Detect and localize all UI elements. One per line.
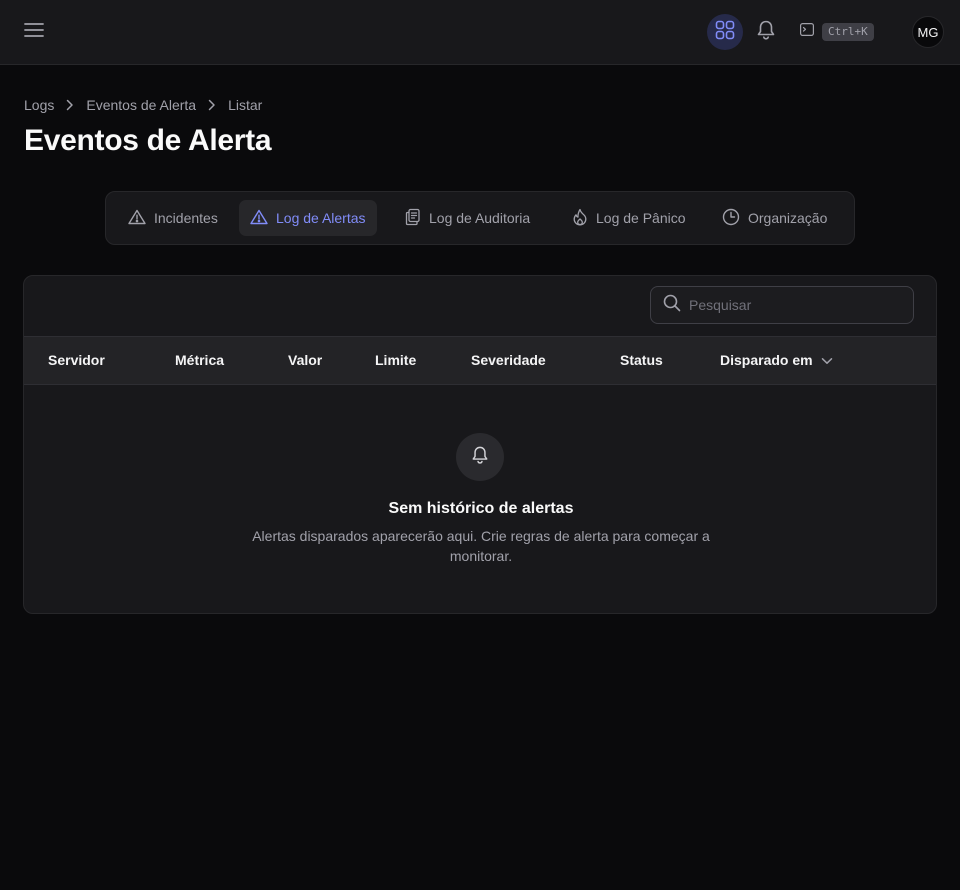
tab-panic-log[interactable]: Log de Pânico [561,200,697,236]
column-header-value[interactable]: Valor [288,352,322,368]
tab-label: Organização [748,210,828,226]
column-header-triggered-at[interactable]: Disparado em [720,352,833,368]
search-icon [663,294,681,317]
column-header-server[interactable]: Servidor [48,352,105,368]
terminal-icon [800,23,815,41]
empty-state-title: Sem histórico de alertas [388,500,574,517]
apps-grid-icon [715,20,735,45]
chevron-right-icon [66,99,74,111]
search-input[interactable] [689,297,889,313]
breadcrumb-list[interactable]: Listar [228,97,262,113]
alerts-table-card: Servidor Métrica Valor Limite Severidade… [23,275,937,614]
column-header-severity[interactable]: Severidade [471,352,546,368]
search-box[interactable] [650,286,914,324]
shortcut-kbd: Ctrl+K [822,23,874,41]
command-palette-button[interactable]: Ctrl+K [800,20,874,44]
menu-button[interactable] [18,18,50,46]
column-header-threshold[interactable]: Limite [375,352,416,368]
breadcrumb-alert-events[interactable]: Eventos de Alerta [86,97,196,113]
column-header-metric[interactable]: Métrica [175,352,224,368]
avatar[interactable]: MG [912,16,944,48]
bell-icon [471,445,489,470]
tab-bar: Incidentes Log de Alertas Log de Auditor… [105,191,855,245]
clock-icon [722,208,740,229]
breadcrumb: Logs Eventos de Alerta Listar [24,97,262,113]
clipboard-icon [405,208,421,229]
hamburger-icon [24,22,44,43]
tab-label: Incidentes [154,210,218,226]
breadcrumb-logs[interactable]: Logs [24,97,54,113]
tab-label: Log de Auditoria [429,210,531,226]
tab-label: Log de Alertas [276,210,366,226]
tab-incidents[interactable]: Incidentes [117,200,229,236]
empty-state-description: Alertas disparados aparecerão aqui. Crie… [252,528,710,564]
tab-organization[interactable]: Organização [711,200,838,236]
tab-audit-log[interactable]: Log de Auditoria [394,200,541,236]
tab-label: Log de Pânico [596,210,686,226]
chevron-right-icon [208,99,216,111]
tab-alert-log[interactable]: Log de Alertas [239,200,377,236]
column-header-label: Disparado em [720,352,813,368]
column-header-status[interactable]: Status [620,352,663,368]
table-header: Servidor Métrica Valor Limite Severidade… [24,336,936,385]
warning-icon [128,209,146,228]
chevron-down-icon [821,352,833,368]
fire-icon [572,208,588,229]
top-bar: Ctrl+K MG [0,0,960,65]
bell-icon [756,19,776,46]
warning-icon [250,209,268,228]
notifications-button[interactable] [750,16,782,48]
apps-button[interactable] [707,14,743,50]
empty-state-icon-wrap [456,433,504,481]
page-title: Eventos de Alerta [24,124,272,157]
